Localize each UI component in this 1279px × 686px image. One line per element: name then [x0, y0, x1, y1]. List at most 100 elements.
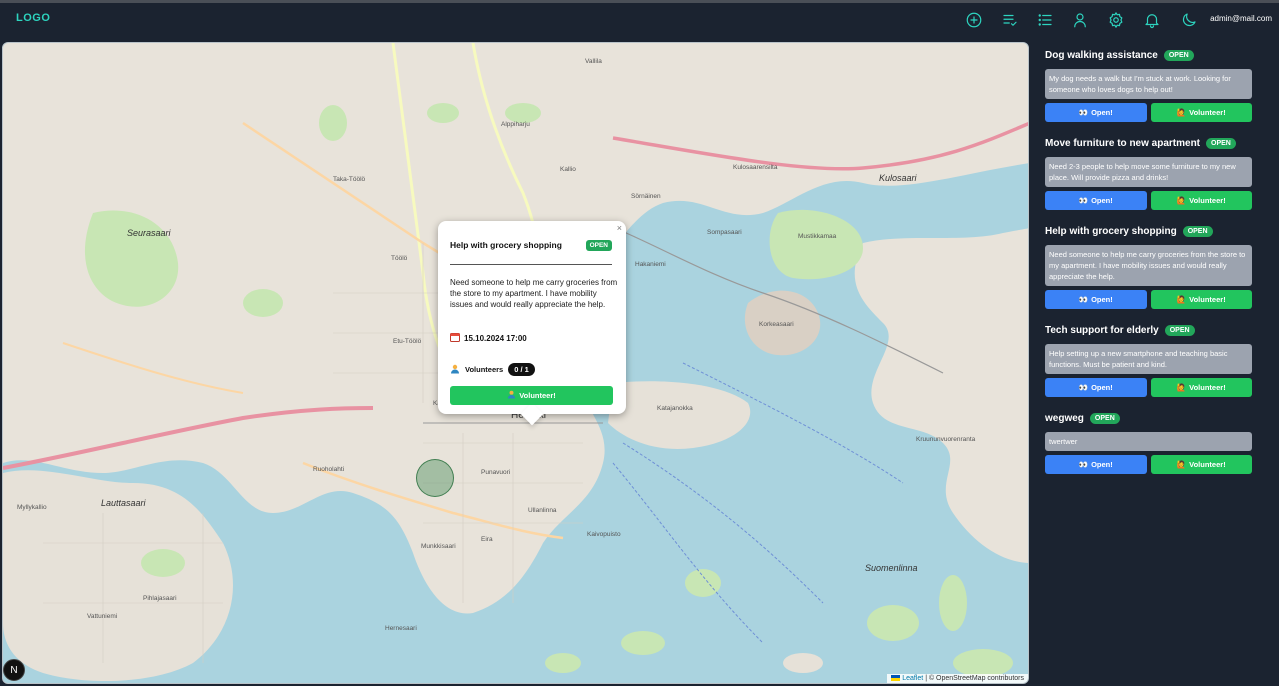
map-label: Taka-Töölö — [333, 176, 366, 183]
eyes-icon: 👀 — [1078, 108, 1089, 117]
task-description: Need 2-3 people to help move some furnit… — [1045, 157, 1252, 187]
task-description: Help setting up a new smartphone and tea… — [1045, 344, 1252, 374]
volunteer-button[interactable]: 🙋 Volunteer! — [1150, 378, 1252, 397]
popup-close-button[interactable]: × — [617, 223, 622, 233]
status-badge: OPEN — [1089, 412, 1120, 424]
map-label: Hernesaari — [385, 625, 417, 632]
user-email[interactable]: admin@mail.com — [1210, 14, 1272, 23]
volunteer-button[interactable]: 🙋 Volunteer! — [1150, 103, 1252, 122]
map-label: Vattuniemi — [87, 613, 118, 620]
eyes-icon: 👀 — [1078, 196, 1089, 205]
volunteer-icon — [450, 364, 460, 376]
map-label: Etu-Töölö — [393, 338, 422, 345]
map-label: Vallila — [585, 58, 602, 65]
map-label: Katajanokka — [657, 405, 693, 412]
volunteer-icon: 🙋 — [1176, 383, 1187, 392]
task-card: Help with grocery shopping OPEN Need some… — [1045, 224, 1252, 309]
osm-attribution[interactable]: | © OpenStreetMap contributors — [925, 675, 1024, 682]
task-card: Tech support for elderly OPEN Help settin… — [1045, 323, 1252, 397]
task-title: Help with grocery shopping — [1045, 225, 1177, 237]
task-description: twertwer — [1045, 432, 1252, 451]
map[interactable]: Helsinki Kulosaari Seurasaari Korkeasaar… — [2, 42, 1029, 684]
popup-date: 15.10.2024 17:00 — [450, 332, 527, 344]
open-task-button[interactable]: 👀 Open! — [1045, 378, 1147, 397]
map-label: Kruununvuorenranta — [916, 436, 976, 443]
task-area-marker[interactable] — [416, 459, 454, 497]
volunteers-count: 0 / 1 — [508, 363, 535, 376]
open-task-button[interactable]: 👀 Open! — [1045, 455, 1147, 474]
map-label: Pihlajasaari — [143, 595, 177, 602]
popup-description: Need someone to help me carry groceries … — [450, 278, 618, 309]
map-label: Töölö — [391, 255, 408, 262]
map-label: Eira — [481, 536, 493, 543]
map-label: Kulosaari — [879, 173, 917, 183]
popup-date-text: 15.10.2024 17:00 — [464, 333, 527, 343]
map-label: Suomenlinna — [865, 563, 918, 573]
eyes-icon: 👀 — [1078, 460, 1089, 469]
divider — [450, 264, 612, 265]
gear-icon[interactable] — [1103, 7, 1129, 33]
task-card: Move furniture to new apartment OPEN Need… — [1045, 136, 1252, 210]
add-circle-icon[interactable] — [961, 7, 987, 33]
map-label: Kallio — [560, 166, 576, 173]
map-label: Ruoholahti — [313, 466, 345, 473]
volunteer-icon: 🙋 — [1176, 108, 1187, 117]
task-title: Move furniture to new apartment — [1045, 137, 1201, 149]
task-popup: × Help with grocery shopping OPEN Need s… — [438, 221, 626, 426]
task-title: wegweg — [1045, 412, 1084, 424]
map-label: Ullanlinna — [528, 507, 557, 514]
volunteer-button[interactable]: 🙋 Volunteer! — [1150, 191, 1252, 210]
list-icon[interactable] — [1032, 7, 1058, 33]
map-label: Korkeasaari — [759, 321, 794, 328]
open-task-button[interactable]: 👀 Open! — [1045, 290, 1147, 309]
status-badge: OPEN — [585, 240, 612, 251]
map-label: Hakaniemi — [635, 261, 666, 268]
task-title: Dog walking assistance — [1045, 49, 1158, 61]
moon-icon[interactable] — [1176, 7, 1202, 33]
volunteer-icon: 🙋 — [1176, 460, 1187, 469]
task-card: wegweg OPEN twertwer 👀 Open! 🙋 Volunteer! — [1045, 411, 1252, 474]
map-label: Sörnäinen — [631, 193, 661, 200]
calendar-icon — [450, 332, 460, 344]
user-icon[interactable] — [1067, 7, 1093, 33]
status-badge: OPEN — [1182, 225, 1213, 237]
map-label: Seurasaari — [127, 228, 171, 238]
task-description: Need someone to help me carry groceries … — [1045, 245, 1252, 286]
logo[interactable]: LOGO — [16, 12, 50, 24]
status-badge: OPEN — [1206, 137, 1236, 149]
next-logo[interactable]: N — [3, 659, 25, 681]
task-title: Tech support for elderly — [1045, 324, 1159, 336]
map-label: Punavuori — [481, 469, 511, 476]
task-card: Dog walking assistance OPEN My dog needs … — [1045, 48, 1252, 122]
volunteer-icon: 🙋 — [1176, 295, 1187, 304]
volunteer-icon — [507, 390, 516, 401]
popup-volunteer-button[interactable]: Volunteer! — [450, 386, 613, 405]
task-list: Dog walking assistance OPEN My dog needs … — [1045, 48, 1252, 488]
eyes-icon: 👀 — [1078, 383, 1089, 392]
map-label: Mustikkamaa — [798, 233, 837, 240]
map-label: Munkkisaari — [421, 543, 456, 550]
status-badge: OPEN — [1163, 49, 1194, 61]
map-label: Alppiharju — [501, 121, 530, 128]
map-label: Kulosaarensilta — [733, 164, 778, 171]
popup-title: Help with grocery shopping — [450, 240, 562, 250]
bell-icon[interactable] — [1139, 7, 1165, 33]
navbar: LOGO admin@mail.com — [0, 3, 1279, 37]
volunteer-icon: 🙋 — [1176, 196, 1187, 205]
checklist-icon[interactable] — [997, 7, 1023, 33]
popup-volunteers: Volunteers 0 / 1 — [450, 363, 535, 376]
map-label: Kaivopuisto — [587, 531, 621, 538]
open-task-button[interactable]: 👀 Open! — [1045, 191, 1147, 210]
map-label: Lauttasaari — [101, 498, 146, 508]
volunteer-button[interactable]: 🙋 Volunteer! — [1150, 290, 1252, 309]
eyes-icon: 👀 — [1078, 295, 1089, 304]
volunteer-button[interactable]: 🙋 Volunteer! — [1150, 455, 1252, 474]
leaflet-link[interactable]: Leaflet — [891, 675, 925, 682]
task-description: My dog needs a walk but I'm stuck at wor… — [1045, 69, 1252, 99]
map-attribution: Leaflet | © OpenStreetMap contributors — [887, 674, 1028, 683]
map-label: Myllykallio — [17, 504, 47, 511]
status-badge: OPEN — [1164, 324, 1195, 336]
open-task-button[interactable]: 👀 Open! — [1045, 103, 1147, 122]
volunteers-label: Volunteers — [465, 365, 504, 374]
map-label: Sompasaari — [707, 229, 742, 236]
